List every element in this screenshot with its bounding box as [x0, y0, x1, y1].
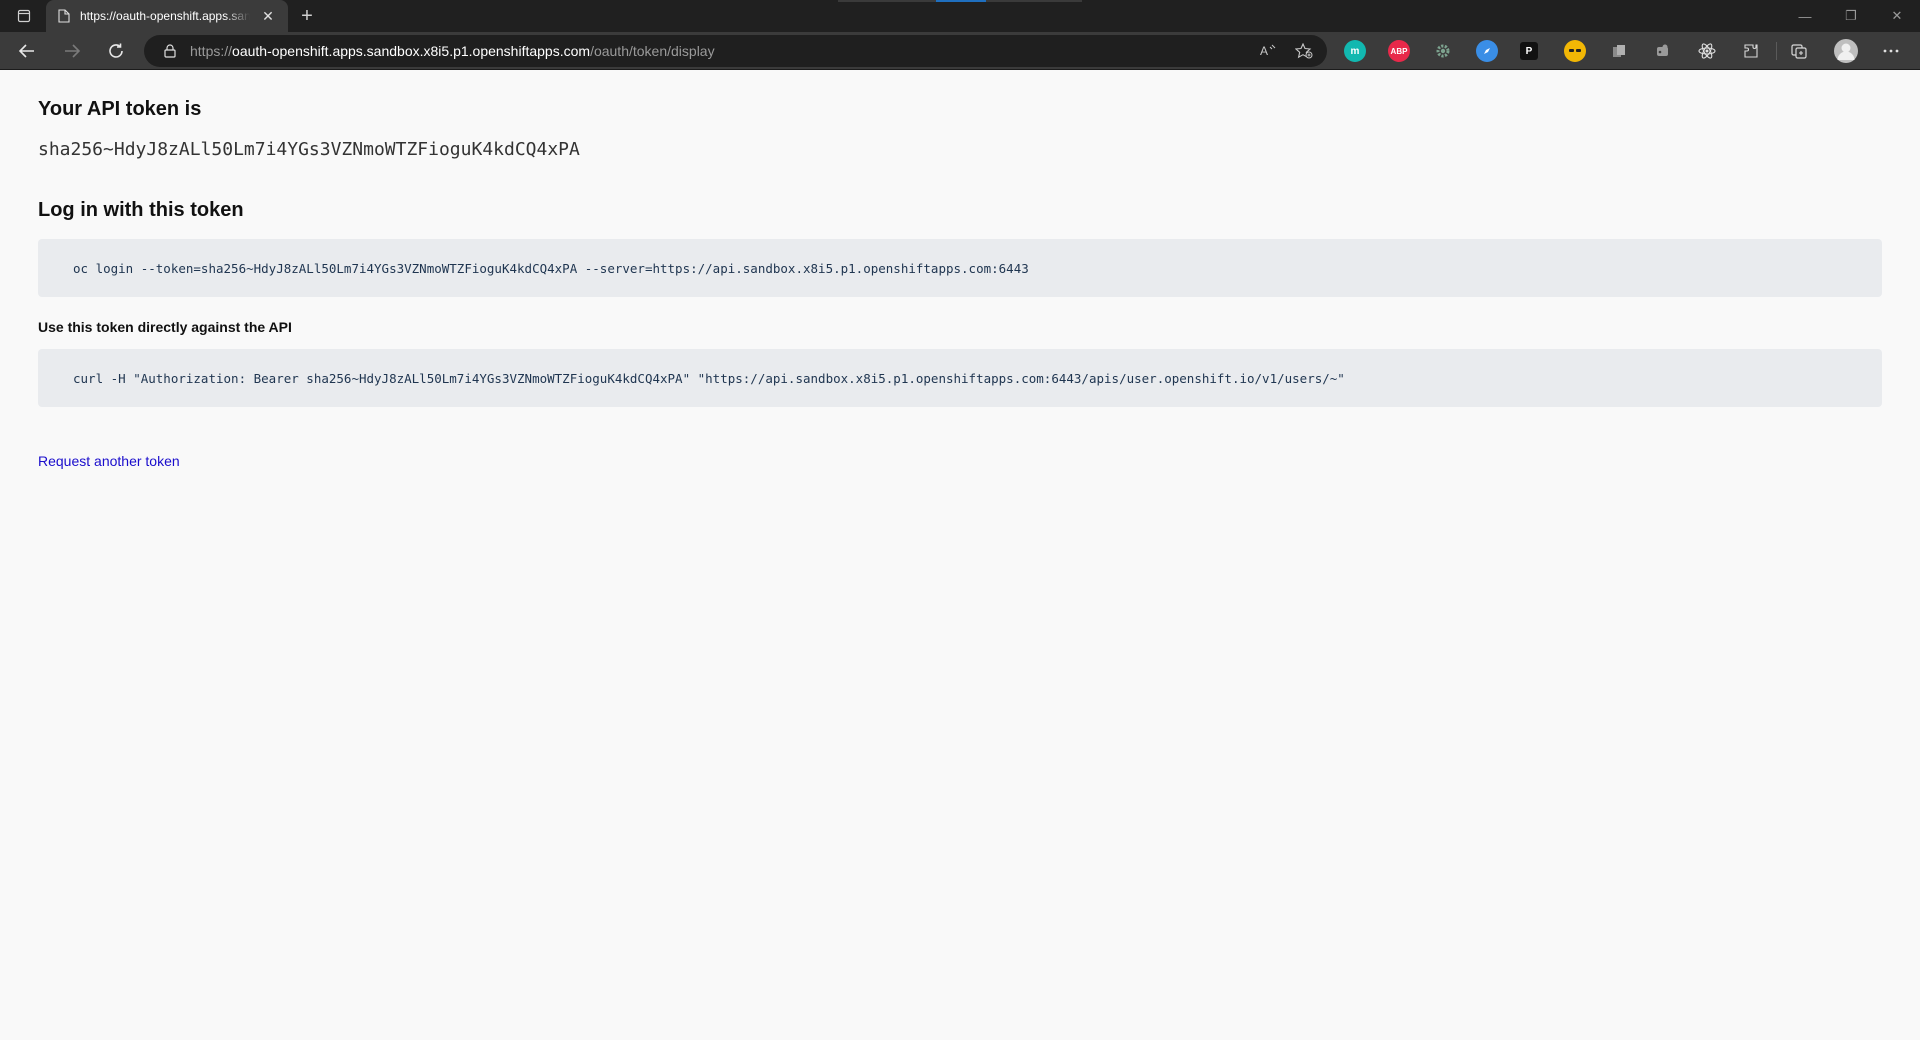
read-aloud-icon[interactable]: A: [1254, 39, 1282, 63]
extension-docs-icon[interactable]: [1608, 40, 1630, 62]
more-icon[interactable]: [1880, 40, 1902, 62]
token-heading: Your API token is: [38, 98, 202, 120]
extensions-menu-icon[interactable]: [1740, 40, 1762, 62]
login-command-box[interactable]: oc login --token=sha256~HdyJ8zALl50Lm7i4…: [38, 239, 1882, 297]
close-icon[interactable]: ✕: [258, 6, 278, 26]
plus-icon[interactable]: +: [294, 4, 320, 28]
login-command[interactable]: oc login --token=sha256~HdyJ8zALl50Lm7i4…: [73, 261, 1029, 276]
collections-icon[interactable]: [1788, 40, 1810, 62]
curl-command[interactable]: curl -H "Authorization: Bearer sha256~Hd…: [73, 371, 1345, 386]
address-bar[interactable]: https://oauth-openshift.apps.sandbox.x8i…: [144, 35, 1327, 67]
extension-compass-icon[interactable]: [1476, 40, 1498, 62]
extension-puzzle-icon[interactable]: [1652, 40, 1674, 62]
tab-actions-icon[interactable]: [8, 4, 40, 28]
lock-icon[interactable]: [162, 43, 178, 59]
login-heading: Log in with this token: [38, 199, 244, 221]
profile-icon[interactable]: [1834, 39, 1858, 63]
extension-react-icon[interactable]: [1696, 40, 1718, 62]
minimize-icon[interactable]: —: [1782, 0, 1828, 32]
api-command-box[interactable]: curl -H "Authorization: Bearer sha256~Hd…: [38, 349, 1882, 407]
extension-m-icon[interactable]: m: [1344, 40, 1366, 62]
forward-arrow-icon[interactable]: [56, 36, 88, 66]
api-token-value[interactable]: sha256~HdyJ8zALl50Lm7i4YGs3VZNmoWTZFiogu…: [38, 139, 580, 160]
titlebar-indicator: [838, 0, 1082, 2]
url-text: https://oauth-openshift.apps.sandbox.x8i…: [190, 43, 715, 59]
tab-title: https://oauth-openshift.apps.sandbox.x8i…: [80, 9, 250, 23]
restore-icon[interactable]: ❐: [1828, 0, 1874, 32]
browser-toolbar: https://oauth-openshift.apps.sandbox.x8i…: [0, 32, 1920, 70]
page-content: Your API token is sha256~HdyJ8zALl50Lm7i…: [0, 70, 1920, 1040]
extension-abp-icon[interactable]: ABP: [1388, 40, 1410, 62]
toolbar-separator: [1776, 42, 1777, 60]
page-icon: [56, 8, 72, 24]
svg-text:A: A: [1260, 44, 1268, 58]
tab-active[interactable]: https://oauth-openshift.apps.sandbox.x8i…: [46, 0, 288, 32]
back-arrow-icon[interactable]: [11, 36, 43, 66]
favorites-icon[interactable]: [1290, 39, 1318, 63]
request-another-token-link[interactable]: Request another token: [38, 453, 180, 469]
browser-titlebar: https://oauth-openshift.apps.sandbox.x8i…: [0, 0, 1920, 32]
extension-smiley-icon[interactable]: [1564, 40, 1586, 62]
refresh-icon[interactable]: [100, 36, 132, 66]
api-heading: Use this token directly against the API: [38, 319, 292, 335]
extension-p-icon[interactable]: P: [1520, 42, 1538, 60]
window-close-icon[interactable]: ✕: [1874, 0, 1920, 32]
extension-gear-icon[interactable]: [1432, 40, 1454, 62]
